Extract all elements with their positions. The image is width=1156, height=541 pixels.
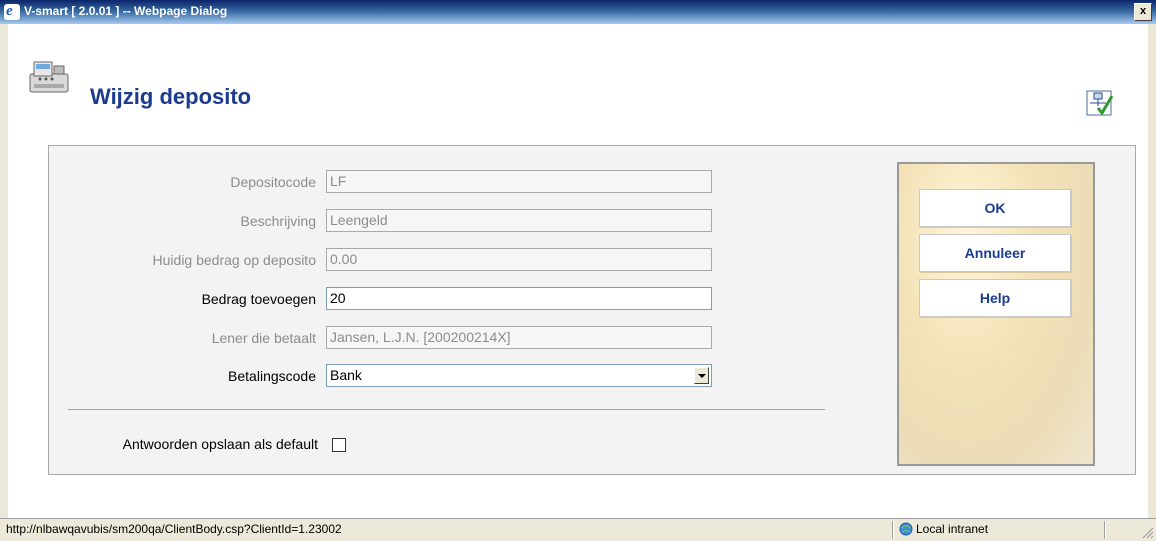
cancel-button[interactable]: Annuleer xyxy=(919,234,1071,272)
help-button[interactable]: Help xyxy=(919,279,1071,317)
security-zone: Local intranet xyxy=(916,522,989,536)
status-separator xyxy=(892,521,894,539)
beschrijving-label: Beschrijving xyxy=(240,213,316,229)
bedrag-toevoegen-input[interactable]: 20 xyxy=(326,287,712,310)
beschrijving-field: Leengeld xyxy=(326,209,712,232)
resize-grip-icon[interactable] xyxy=(1138,523,1154,539)
bedrag-toevoegen-label: Bedrag toevoegen xyxy=(201,291,316,307)
save-default-label: Antwoorden opslaan als default xyxy=(122,436,318,452)
chevron-down-icon[interactable] xyxy=(694,367,709,384)
button-panel: OK Annuleer Help xyxy=(897,162,1095,466)
lener-field: Jansen, L.J.N. [200200214X] xyxy=(326,326,712,349)
lener-label: Lener die betaalt xyxy=(211,330,316,346)
window-title: V-smart [ 2.0.01 ] -- Webpage Dialog xyxy=(24,4,228,18)
betalingscode-select[interactable]: Bank xyxy=(326,364,712,387)
huidig-bedrag-field: 0.00 xyxy=(326,248,712,271)
status-separator xyxy=(1104,521,1106,539)
status-bar: http://nlbawqavubis/sm200qa/ClientBody.c… xyxy=(0,518,1156,541)
divider xyxy=(68,409,825,410)
save-default-checkbox[interactable] xyxy=(332,438,346,452)
page-title: Wijzig deposito xyxy=(90,84,252,109)
cash-register-icon xyxy=(29,61,69,93)
status-url: http://nlbawqavubis/sm200qa/ClientBody.c… xyxy=(6,522,342,536)
workflow-check-icon[interactable] xyxy=(1086,88,1114,116)
browser-icon: e xyxy=(4,3,20,20)
close-button[interactable]: x xyxy=(1134,3,1152,21)
intranet-globe-icon xyxy=(899,522,913,536)
betalingscode-value: Bank xyxy=(330,367,362,383)
ok-button[interactable]: OK xyxy=(919,189,1071,227)
huidig-bedrag-label: Huidig bedrag op deposito xyxy=(152,252,316,268)
depositocode-field: LF xyxy=(326,170,712,193)
depositocode-label: Depositocode xyxy=(230,174,316,190)
betalingscode-label: Betalingscode xyxy=(228,368,316,384)
title-bar: e V-smart [ 2.0.01 ] -- Webpage Dialog x xyxy=(0,0,1156,24)
